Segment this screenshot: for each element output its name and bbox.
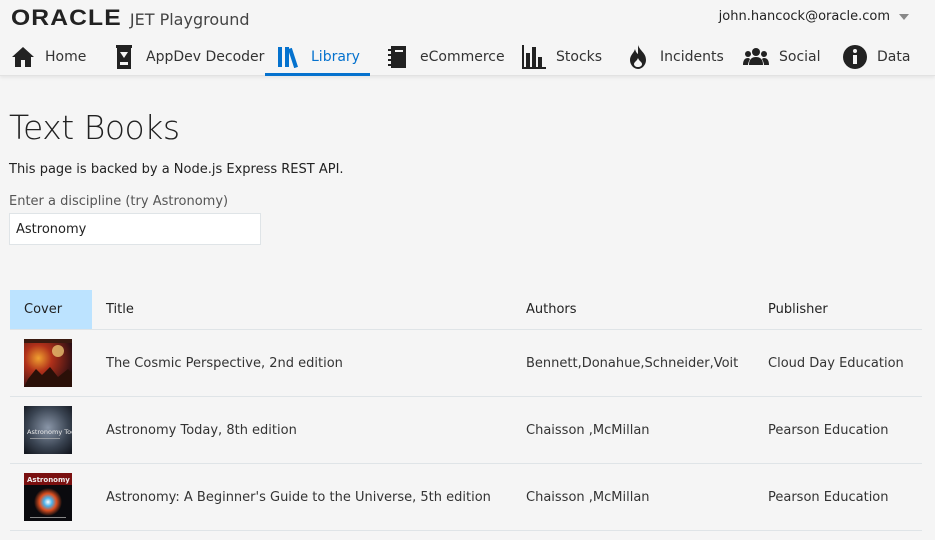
tab-incidents[interactable]: Incidents [626, 40, 724, 74]
app-header: ORACLE JET Playground john.hancock@oracl… [0, 0, 935, 76]
column-header-title[interactable]: Title [106, 290, 134, 329]
table-header: Cover Title Authors Publisher [10, 290, 922, 330]
tab-stocks[interactable]: Stocks [522, 40, 602, 74]
tab-label: Incidents [660, 49, 724, 65]
tab-label: Data [877, 49, 911, 65]
column-header-authors[interactable]: Authors [526, 290, 577, 329]
tab-label: Library [311, 49, 360, 65]
nav-bar: Home AppDev Decoder Library eCommerce St… [0, 40, 935, 76]
tab-home[interactable]: Home [11, 40, 86, 74]
library-icon [277, 45, 301, 69]
tab-library[interactable]: Library [265, 40, 370, 76]
tab-label: AppDev Decoder [146, 49, 265, 65]
book-authors: Chaisson ,McMillan [526, 422, 650, 438]
people-icon [743, 45, 769, 69]
book-authors: Chaisson ,McMillan [526, 489, 650, 505]
book-authors: Bennett,Donahue,Schneider,Voit [526, 355, 739, 371]
tab-appdev-decoder[interactable]: AppDev Decoder [112, 40, 264, 74]
page-title: Text Books [9, 108, 180, 147]
tab-social[interactable]: Social [743, 40, 821, 74]
book-publisher: Pearson Education [768, 422, 889, 438]
book-title: The Cosmic Perspective, 2nd edition [106, 355, 343, 371]
column-header-publisher[interactable]: Publisher [768, 290, 828, 329]
brand: ORACLE JET Playground [11, 5, 250, 31]
tab-label: Social [779, 49, 821, 65]
notebook-icon [386, 45, 410, 69]
discipline-label: Enter a discipline (try Astronomy) [9, 194, 229, 209]
cover-text: Astronomy [27, 476, 70, 484]
tab-data[interactable]: Data [843, 40, 910, 74]
home-icon [11, 45, 35, 69]
table-row[interactable]: Astronomy Astronomy: A Beginner's Guide … [10, 464, 922, 531]
fire-icon [626, 45, 650, 69]
book-cover-image [24, 339, 72, 387]
book-cover-image: Astronomy Today [24, 406, 72, 454]
book-publisher: Cloud Day Education [768, 355, 904, 371]
table-row[interactable]: The Cosmic Perspective, 2nd edition Benn… [10, 330, 922, 397]
bar-chart-icon [522, 45, 546, 69]
app-name: JET Playground [129, 10, 250, 29]
oracle-logo: ORACLE [11, 5, 122, 30]
book-cover-image: Astronomy [24, 473, 72, 521]
tab-label: Home [45, 49, 87, 65]
books-table: Cover Title Authors Publisher The Cosmic… [10, 290, 922, 531]
user-email: john.hancock@oracle.com [718, 9, 890, 24]
table-row[interactable]: Astronomy Today Astronomy Today, 8th edi… [10, 397, 922, 464]
info-icon [843, 45, 867, 69]
user-menu[interactable]: john.hancock@oracle.com [719, 9, 909, 24]
tab-label: Stocks [556, 49, 603, 65]
cover-text: Astronomy Today [27, 428, 72, 436]
book-title: Astronomy: A Beginner's Guide to the Uni… [106, 489, 491, 505]
discipline-input[interactable] [9, 213, 261, 245]
tab-label: eCommerce [420, 49, 505, 65]
decoder-icon [112, 45, 136, 69]
tab-ecommerce[interactable]: eCommerce [386, 40, 505, 74]
book-title: Astronomy Today, 8th edition [106, 422, 297, 438]
chevron-down-icon [899, 13, 909, 20]
book-publisher: Pearson Education [768, 489, 889, 505]
column-header-cover[interactable]: Cover [10, 290, 92, 329]
page-description: This page is backed by a Node.js Express… [9, 162, 344, 177]
